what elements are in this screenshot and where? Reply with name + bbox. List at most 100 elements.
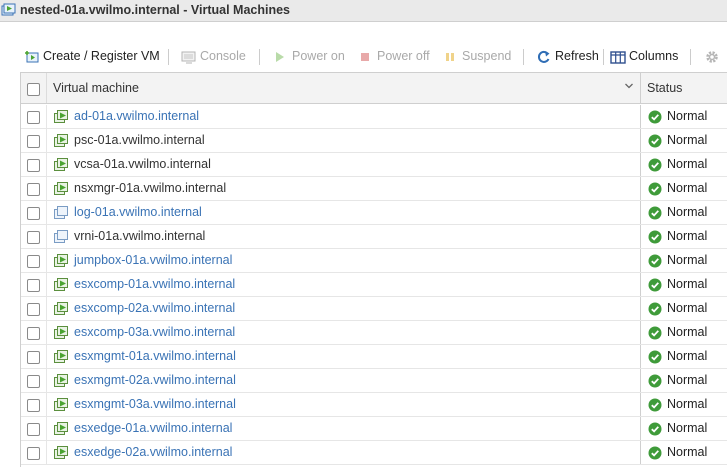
table-row[interactable]: log-01a.vwilmo.internal Normal bbox=[21, 201, 727, 225]
refresh-icon bbox=[537, 50, 550, 63]
row-checkbox[interactable] bbox=[27, 255, 40, 268]
row-checkbox[interactable] bbox=[27, 135, 40, 148]
vm-name-link[interactable]: ad-01a.vwilmo.internal bbox=[74, 109, 199, 123]
row-checkbox[interactable] bbox=[27, 423, 40, 436]
row-checkbox[interactable] bbox=[27, 111, 40, 124]
status-text: Normal bbox=[667, 325, 708, 339]
table-row[interactable]: esxedge-01a.vwilmo.internal Normal bbox=[21, 417, 727, 441]
vm-name-link[interactable]: esxcomp-02a.vwilmo.internal bbox=[74, 301, 235, 315]
toolbar-divider bbox=[603, 49, 604, 65]
row-select-cell bbox=[21, 393, 47, 416]
vm-powered-on-icon bbox=[54, 182, 68, 195]
vm-name-link[interactable]: jumpbox-01a.vwilmo.internal bbox=[74, 253, 232, 267]
row-select-cell bbox=[21, 105, 47, 128]
row-checkbox[interactable] bbox=[27, 399, 40, 412]
columns-label: Columns bbox=[629, 49, 679, 63]
vm-name-link[interactable]: psc-01a.vwilmo.internal bbox=[74, 133, 205, 147]
row-select-cell bbox=[21, 177, 47, 200]
vm-name-cell: esxedge-01a.vwilmo.internal bbox=[47, 417, 641, 440]
vm-name-link[interactable]: esxmgmt-01a.vwilmo.internal bbox=[74, 349, 236, 363]
table-row[interactable]: esxcomp-02a.vwilmo.internal Normal bbox=[21, 297, 727, 321]
table-row[interactable]: esxedge-02a.vwilmo.internal Normal bbox=[21, 441, 727, 465]
vm-name-link[interactable]: nsxmgr-01a.vwilmo.internal bbox=[74, 181, 226, 195]
vm-name-cell: esxcomp-03a.vwilmo.internal bbox=[47, 321, 641, 344]
vm-name-link[interactable]: esxcomp-01a.vwilmo.internal bbox=[74, 277, 235, 291]
row-checkbox[interactable] bbox=[27, 303, 40, 316]
table-row[interactable]: esxcomp-03a.vwilmo.internal Normal bbox=[21, 321, 727, 345]
vm-name-link[interactable]: esxedge-01a.vwilmo.internal bbox=[74, 421, 232, 435]
table-row[interactable]: psc-01a.vwilmo.internal Normal bbox=[21, 129, 727, 153]
vm-powered-on-icon bbox=[54, 110, 68, 123]
status-text: Normal bbox=[667, 109, 708, 123]
row-checkbox[interactable] bbox=[27, 231, 40, 244]
check-circle-icon bbox=[648, 446, 662, 460]
row-checkbox[interactable] bbox=[27, 375, 40, 388]
columns-icon bbox=[610, 51, 626, 64]
table-row[interactable]: esxcomp-01a.vwilmo.internal Normal bbox=[21, 273, 727, 297]
column-header-virtual-machine[interactable]: Virtual machine bbox=[47, 73, 641, 103]
row-checkbox[interactable] bbox=[27, 183, 40, 196]
toolbar: Create / Register VM Console Power on Po… bbox=[0, 44, 727, 70]
check-circle-icon bbox=[648, 110, 662, 124]
vm-name-link[interactable]: esxmgmt-02a.vwilmo.internal bbox=[74, 373, 236, 387]
row-checkbox[interactable] bbox=[27, 351, 40, 364]
vm-name-cell: esxmgmt-03a.vwilmo.internal bbox=[47, 393, 641, 416]
refresh-label: Refresh bbox=[555, 49, 599, 63]
play-icon bbox=[276, 52, 284, 62]
row-select-cell bbox=[21, 321, 47, 344]
row-select-cell bbox=[21, 417, 47, 440]
check-circle-icon bbox=[648, 398, 662, 412]
row-checkbox[interactable] bbox=[27, 207, 40, 220]
table-row[interactable]: vcsa-01a.vwilmo.internal Normal bbox=[21, 153, 727, 177]
check-circle-icon bbox=[648, 158, 662, 172]
row-checkbox[interactable] bbox=[27, 447, 40, 460]
vm-powered-on-icon bbox=[54, 278, 68, 291]
row-select-cell bbox=[21, 369, 47, 392]
row-select-cell bbox=[21, 225, 47, 248]
table-header: Virtual machine Status bbox=[21, 73, 727, 104]
table-row[interactable]: esxmgmt-03a.vwilmo.internal Normal bbox=[21, 393, 727, 417]
table-row[interactable]: jumpbox-01a.vwilmo.internal Normal bbox=[21, 249, 727, 273]
vm-name-link[interactable]: log-01a.vwilmo.internal bbox=[74, 205, 202, 219]
status-text: Normal bbox=[667, 397, 708, 411]
check-circle-icon bbox=[648, 206, 662, 220]
check-circle-icon bbox=[648, 230, 662, 244]
vm-name-cell: esxmgmt-02a.vwilmo.internal bbox=[47, 369, 641, 392]
vm-powered-on-icon bbox=[54, 254, 68, 267]
vm-name-cell: vrni-01a.vwilmo.internal bbox=[47, 225, 641, 248]
check-circle-icon bbox=[648, 302, 662, 316]
check-circle-icon bbox=[648, 350, 662, 364]
vm-name-link[interactable]: esxedge-02a.vwilmo.internal bbox=[74, 445, 232, 459]
vm-name-link[interactable]: vcsa-01a.vwilmo.internal bbox=[74, 157, 211, 171]
vm-powered-on-icon bbox=[54, 326, 68, 339]
vm-window-icon bbox=[1, 3, 16, 16]
vm-name-cell: psc-01a.vwilmo.internal bbox=[47, 129, 641, 152]
vm-name-link[interactable]: esxcomp-03a.vwilmo.internal bbox=[74, 325, 235, 339]
chevron-down-icon[interactable] bbox=[624, 82, 634, 90]
vm-table: Virtual machine Status ad-01a.vwilmo.int… bbox=[20, 72, 727, 467]
table-row[interactable]: vrni-01a.vwilmo.internal Normal bbox=[21, 225, 727, 249]
vm-name-link[interactable]: esxmgmt-03a.vwilmo.internal bbox=[74, 397, 236, 411]
check-circle-icon bbox=[648, 254, 662, 268]
table-row[interactable]: ad-01a.vwilmo.internal Normal bbox=[21, 105, 727, 129]
status-text: Normal bbox=[667, 349, 708, 363]
select-all-checkbox[interactable] bbox=[27, 83, 40, 96]
row-checkbox[interactable] bbox=[27, 279, 40, 292]
table-row[interactable]: nsxmgr-01a.vwilmo.internal Normal bbox=[21, 177, 727, 201]
vm-powered-on-icon bbox=[54, 422, 68, 435]
status-text: Normal bbox=[667, 421, 708, 435]
row-checkbox[interactable] bbox=[27, 327, 40, 340]
row-select-cell bbox=[21, 201, 47, 224]
vm-powered-on-icon bbox=[54, 134, 68, 147]
row-checkbox[interactable] bbox=[27, 159, 40, 172]
vm-name-link[interactable]: vrni-01a.vwilmo.internal bbox=[74, 229, 205, 243]
check-circle-icon bbox=[648, 422, 662, 436]
status-text: Normal bbox=[667, 445, 708, 459]
table-row[interactable]: esxmgmt-02a.vwilmo.internal Normal bbox=[21, 369, 727, 393]
vm-powered-on-icon bbox=[54, 374, 68, 387]
vm-name-cell: esxedge-02a.vwilmo.internal bbox=[47, 441, 641, 464]
status-text: Normal bbox=[667, 373, 708, 387]
table-row[interactable]: esxmgmt-01a.vwilmo.internal Normal bbox=[21, 345, 727, 369]
vm-powered-on-icon bbox=[54, 158, 68, 171]
select-all-cell bbox=[21, 73, 47, 103]
